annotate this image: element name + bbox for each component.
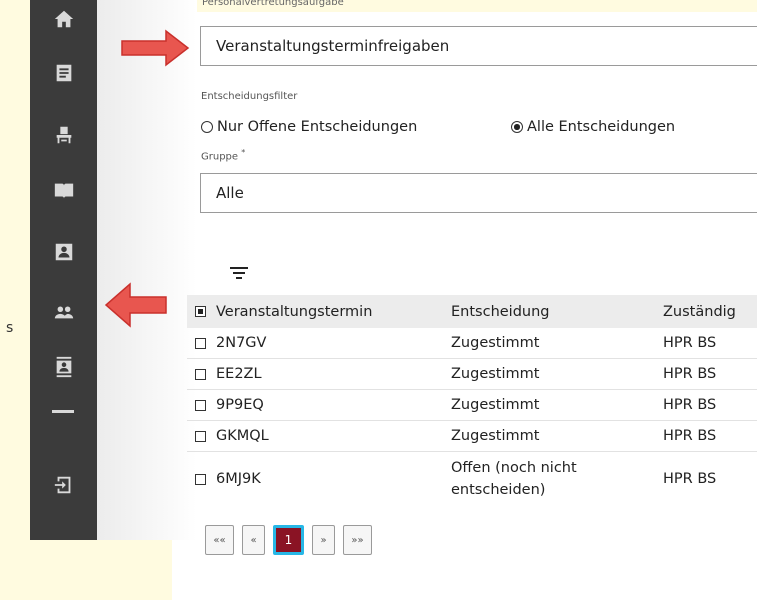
- header-entscheidung[interactable]: Entscheidung: [451, 301, 663, 323]
- header-zustaendig[interactable]: Zuständig: [663, 304, 757, 320]
- background-highlight-left: [0, 0, 30, 540]
- entscheidung-value: Zugestimmt: [451, 335, 540, 351]
- radio-open-label: Nur Offene Entscheidungen: [217, 119, 418, 135]
- group-select[interactable]: Alle: [200, 173, 757, 213]
- pager-page-button[interactable]: 1: [273, 525, 304, 555]
- annotation-arrow-left: [104, 282, 167, 328]
- sidebar: [30, 0, 97, 540]
- people-icon[interactable]: [30, 294, 97, 330]
- table-header: Veranstaltungstermin Entscheidung Zustän…: [187, 295, 757, 328]
- home-icon[interactable]: [30, 1, 97, 37]
- entscheidung-value: Zugestimmt: [451, 397, 540, 413]
- termin-cell: 9P9EQ: [187, 397, 451, 413]
- news-icon[interactable]: [30, 55, 97, 91]
- logout-icon[interactable]: [30, 467, 97, 503]
- termin-cell: 6MJ9K: [187, 471, 451, 487]
- termin-value: GKMQL: [216, 428, 269, 444]
- row-checkbox[interactable]: [195, 337, 206, 349]
- pagination: «« « 1 » »»: [205, 525, 372, 555]
- row-checkbox[interactable]: [195, 399, 206, 411]
- select-all-checkbox[interactable]: [195, 306, 206, 317]
- row-checkbox[interactable]: [195, 473, 206, 485]
- table-row[interactable]: GKMQL Zugestimmt HPR BS: [187, 421, 757, 452]
- zustaendig-value: HPR BS: [663, 471, 717, 487]
- decisions-table: Veranstaltungstermin Entscheidung Zustän…: [187, 295, 757, 506]
- radio-all-label: Alle Entscheidungen: [527, 119, 676, 135]
- pager-first-button[interactable]: ««: [205, 525, 234, 555]
- row-checkbox[interactable]: [195, 368, 206, 380]
- task-select-value: Veranstaltungsterminfreigaben: [216, 37, 450, 55]
- content-edge-shade: [97, 0, 197, 540]
- task-select[interactable]: Veranstaltungsterminfreigaben: [200, 26, 757, 66]
- cut-off-text: s: [6, 320, 14, 336]
- termin-cell: 2N7GV: [187, 335, 451, 351]
- termin-value: 6MJ9K: [216, 471, 261, 487]
- radio-all-circle[interactable]: [511, 121, 523, 133]
- header-termin-cell: Veranstaltungstermin: [187, 304, 451, 320]
- contact-card-icon[interactable]: [30, 234, 97, 270]
- radio-all-decisions[interactable]: Alle Entscheidungen: [511, 119, 675, 135]
- termin-value: EE2ZL: [216, 366, 262, 382]
- entscheidung-value: Zugestimmt: [451, 366, 540, 382]
- radio-open-decisions[interactable]: Nur Offene Entscheidungen: [201, 119, 417, 135]
- contacts-list-icon[interactable]: [30, 349, 97, 385]
- group-select-value: Alle: [216, 184, 244, 202]
- top-field-label: Personalvertretungsaufgabe: [202, 0, 344, 8]
- pager-last-button[interactable]: »»: [343, 525, 372, 555]
- zustaendig-value: HPR BS: [663, 397, 717, 413]
- book-icon[interactable]: [30, 173, 97, 209]
- filter-icon[interactable]: [230, 266, 248, 280]
- termin-value: 9P9EQ: [216, 397, 264, 413]
- termin-value: 2N7GV: [216, 335, 267, 351]
- filter-label: Entscheidungsfilter: [201, 91, 298, 102]
- table-row[interactable]: 9P9EQ Zugestimmt HPR BS: [187, 390, 757, 421]
- termin-cell: EE2ZL: [187, 366, 451, 382]
- table-row[interactable]: 2N7GV Zugestimmt HPR BS: [187, 328, 757, 359]
- termin-cell: GKMQL: [187, 428, 451, 444]
- table-row[interactable]: 6MJ9K Offen (noch nicht entscheiden) HPR…: [187, 452, 757, 506]
- required-mark: *: [241, 148, 246, 157]
- sidebar-divider: [52, 410, 74, 413]
- group-label-text: Gruppe: [201, 151, 239, 163]
- zustaendig-value: HPR BS: [663, 428, 717, 444]
- header-termin[interactable]: Veranstaltungstermin: [216, 304, 372, 320]
- row-checkbox[interactable]: [195, 430, 206, 442]
- entscheidung-value: Offen (noch nicht entscheiden): [451, 460, 577, 498]
- entscheidung-value: Zugestimmt: [451, 428, 540, 444]
- table-row[interactable]: EE2ZL Zugestimmt HPR BS: [187, 359, 757, 390]
- pager-prev-button[interactable]: «: [242, 525, 265, 555]
- zustaendig-value: HPR BS: [663, 366, 717, 382]
- pager-next-button[interactable]: »: [312, 525, 335, 555]
- zustaendig-value: HPR BS: [663, 335, 717, 351]
- annotation-arrow-right: [121, 29, 190, 67]
- group-label: Gruppe *: [201, 148, 245, 162]
- radio-open-circle[interactable]: [201, 121, 213, 133]
- background-highlight-bottom: [0, 540, 172, 600]
- seat-icon[interactable]: [30, 117, 97, 153]
